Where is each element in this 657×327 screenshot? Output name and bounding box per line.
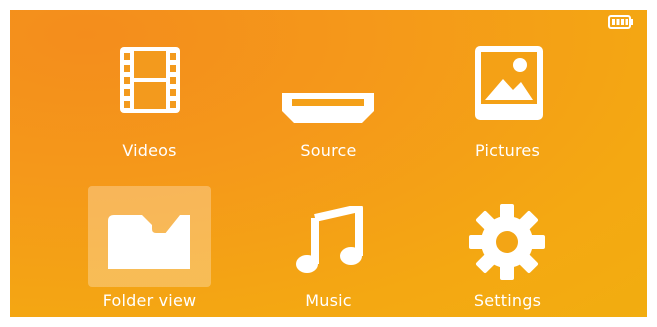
menu-item-folder-view[interactable]: Folder view	[88, 186, 211, 311]
hdmi-icon	[282, 93, 374, 123]
film-strip-icon	[120, 47, 180, 113]
menu-item-music[interactable]: Music	[267, 186, 390, 311]
menu-item-videos[interactable]: Videos	[88, 40, 211, 165]
main-menu-screen: Videos Source Pictures Folder view Music…	[10, 10, 647, 317]
menu-item-label: Folder view	[102, 291, 197, 310]
battery-icon	[608, 15, 633, 29]
menu-item-settings[interactable]: Settings	[446, 186, 569, 311]
menu-item-label: Videos	[122, 141, 177, 160]
menu-item-source[interactable]: Source	[267, 40, 390, 165]
picture-icon	[475, 46, 543, 120]
menu-item-label: Source	[300, 141, 357, 160]
menu-item-label: Pictures	[475, 141, 540, 160]
menu-item-label: Settings	[473, 291, 542, 310]
gear-icon	[469, 204, 545, 280]
menu-item-label: Music	[305, 291, 352, 310]
music-note-icon	[296, 206, 363, 273]
folder-icon	[108, 215, 190, 269]
menu-item-pictures[interactable]: Pictures	[446, 40, 569, 165]
